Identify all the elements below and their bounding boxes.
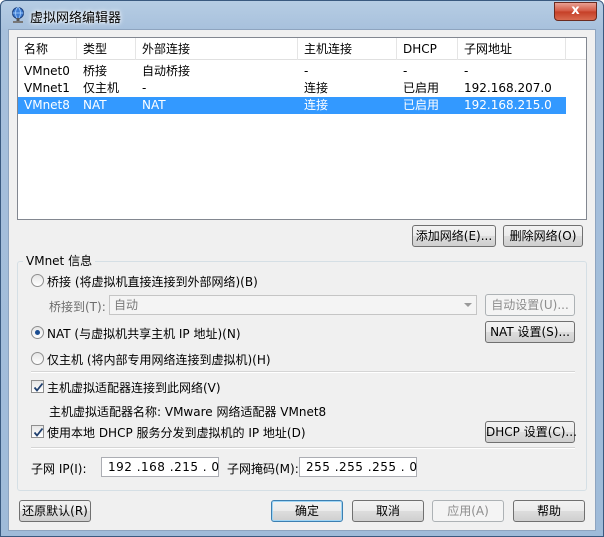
bridged-to-label: 桥接到(T): xyxy=(49,300,106,314)
cell-host: 连接 xyxy=(304,98,329,112)
cell-type: 桥接 xyxy=(83,64,108,78)
bridged-label[interactable]: 桥接 (将虚拟机直接连接到外部网络)(B) xyxy=(47,273,258,290)
cell-external: 自动桥接 xyxy=(142,64,191,78)
auto-settings-button[interactable]: 自动设置(U)... xyxy=(485,294,575,316)
network-list[interactable]: 名称 类型 外部连接 主机连接 DHCP 子网地址 VMnet0 桥接 自动桥接… xyxy=(17,37,587,220)
column-header-external[interactable]: 外部连接 xyxy=(136,38,298,60)
dialog-window: 虚拟网络编辑器 x 名称 类型 外部连接 主机连接 DHCP 子网地址 VMne… xyxy=(0,0,604,537)
cell-subnet: 192.168.207.0 xyxy=(464,81,552,95)
use-dhcp-label[interactable]: 使用本地 DHCP 服务分发到虚拟机的 IP 地址(D) xyxy=(47,424,306,441)
cell-name: VMnet8 xyxy=(24,98,70,112)
apply-button[interactable]: 应用(A) xyxy=(432,500,504,522)
subnet-ip-label: 子网 IP(I): xyxy=(31,462,87,476)
cell-type: 仅主机 xyxy=(83,81,120,95)
column-header-name[interactable]: 名称 xyxy=(18,38,77,60)
host-only-radio[interactable] xyxy=(31,352,44,365)
cell-dhcp: - xyxy=(403,64,408,78)
cell-external: NAT xyxy=(142,98,166,112)
column-header-subnet[interactable]: 子网地址 xyxy=(458,38,566,60)
checkmark-icon xyxy=(33,382,44,392)
table-row-selected[interactable]: VMnet8 NAT NAT 连接 已启用 192.168.215.0 xyxy=(18,97,566,114)
table-row[interactable]: VMnet0 桥接 自动桥接 - - - xyxy=(18,63,566,80)
separator xyxy=(31,371,575,373)
add-network-button[interactable]: 添加网络(E)... xyxy=(412,225,496,247)
connect-adapter-checkbox[interactable] xyxy=(31,380,44,393)
host-only-label[interactable]: 仅主机 (将内部专用网络连接到虚拟机)(H) xyxy=(47,351,271,368)
bridged-to-value: 自动 xyxy=(114,298,139,312)
dhcp-settings-button[interactable]: DHCP 设置(C)... xyxy=(485,421,577,443)
vmnet-info-title: VMnet 信息 xyxy=(23,252,96,269)
title-bar[interactable]: 虚拟网络编辑器 x xyxy=(1,1,603,29)
window-title: 虚拟网络编辑器 xyxy=(30,11,122,26)
bridged-radio[interactable] xyxy=(31,274,44,287)
cancel-button[interactable]: 取消 xyxy=(352,500,424,522)
column-header-type[interactable]: 类型 xyxy=(77,38,136,60)
column-header-dhcp[interactable]: DHCP xyxy=(397,38,458,60)
checkmark-icon xyxy=(33,427,44,437)
remove-network-button[interactable]: 删除网络(O) xyxy=(503,225,583,247)
close-button[interactable]: x xyxy=(554,2,597,21)
cell-external: - xyxy=(142,81,147,95)
separator xyxy=(31,447,575,449)
cell-host: 连接 xyxy=(304,81,329,95)
nat-radio[interactable] xyxy=(31,326,44,339)
cell-host: - xyxy=(304,64,309,78)
ok-button[interactable]: 确定 xyxy=(271,500,343,522)
network-globe-icon xyxy=(9,6,27,24)
list-header: 名称 类型 外部连接 主机连接 DHCP 子网地址 xyxy=(18,38,586,60)
cell-type: NAT xyxy=(83,98,107,112)
nat-label[interactable]: NAT (与虚拟机共享主机 IP 地址)(N) xyxy=(47,325,241,342)
cell-dhcp: 已启用 xyxy=(403,98,440,112)
help-button[interactable]: 帮助 xyxy=(513,500,585,522)
cell-subnet: - xyxy=(464,64,469,78)
cell-subnet: 192.168.215.0 xyxy=(464,98,552,112)
cell-name: VMnet1 xyxy=(24,81,70,95)
subnet-mask-input[interactable]: 255 .255 .255 . 0 xyxy=(299,457,417,477)
dialog-client-area: 名称 类型 外部连接 主机连接 DHCP 子网地址 VMnet0 桥接 自动桥接… xyxy=(8,29,596,531)
table-row[interactable]: VMnet1 仅主机 - 连接 已启用 192.168.207.0 xyxy=(18,80,566,97)
close-icon: x xyxy=(571,3,580,18)
column-header-host[interactable]: 主机连接 xyxy=(298,38,397,60)
subnet-mask-label: 子网掩码(M): xyxy=(227,462,299,476)
connect-adapter-label[interactable]: 主机虚拟适配器连接到此网络(V) xyxy=(47,379,221,396)
restore-defaults-button[interactable]: 还原默认(R) xyxy=(19,500,91,522)
chevron-down-icon xyxy=(464,303,472,307)
cell-dhcp: 已启用 xyxy=(403,81,440,95)
nat-settings-button[interactable]: NAT 设置(S)... xyxy=(485,321,575,343)
cell-name: VMnet0 xyxy=(24,64,70,78)
bridged-to-select[interactable]: 自动 xyxy=(109,295,477,315)
subnet-ip-input[interactable]: 192 .168 .215 . 0 xyxy=(101,457,219,477)
use-dhcp-checkbox[interactable] xyxy=(31,425,44,438)
adapter-name-label: 主机虚拟适配器名称: VMware 网络适配器 VMnet8 xyxy=(49,405,327,419)
